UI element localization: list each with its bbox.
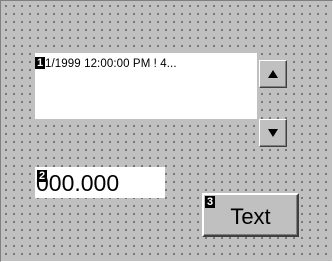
spin-down-button[interactable] <box>259 119 287 147</box>
control-index-badge-1: 1 <box>35 57 45 69</box>
numeric-field[interactable]: 000.000 <box>35 167 165 198</box>
spin-up-button[interactable] <box>259 60 287 88</box>
triangle-up-icon <box>268 70 278 78</box>
control-index-badge-3: 3 <box>205 196 215 208</box>
numeric-value: 000.000 <box>36 170 120 196</box>
listbox-item[interactable]: 1/1999 12:00:00 PM ! 4... <box>45 57 251 71</box>
control-index-badge-2: 2 <box>37 170 47 182</box>
date-listbox[interactable]: 1/1999 12:00:00 PM ! 4... <box>35 53 257 119</box>
text-button-label: Text <box>230 204 271 229</box>
text-button[interactable]: Text <box>202 193 299 237</box>
triangle-down-icon <box>268 129 278 137</box>
